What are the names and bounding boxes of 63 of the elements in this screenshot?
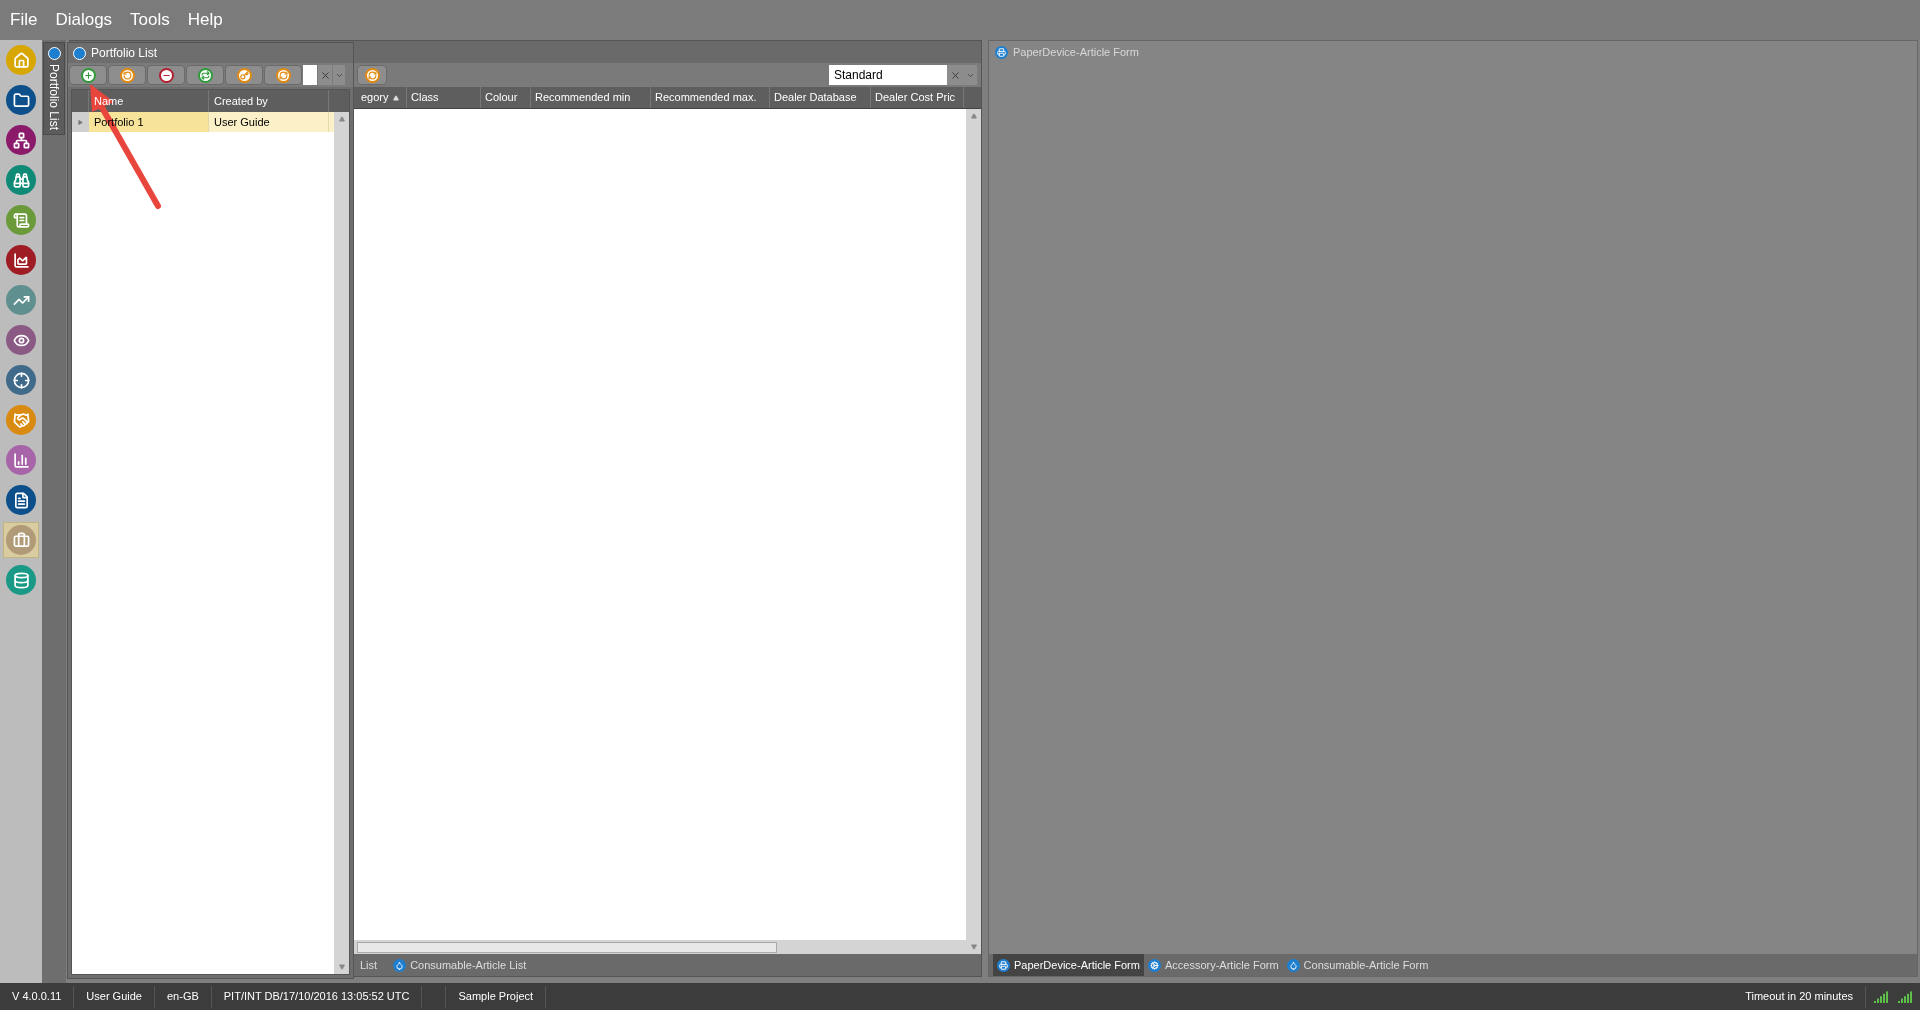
panel-title: PaperDevice-Article Form — [1013, 44, 1139, 60]
key-icon — [236, 67, 252, 83]
dock-tab[interactable]: Portfolio List — [43, 42, 65, 136]
column-header[interactable]: Dealer Cost Pric — [871, 87, 964, 108]
refresh-button[interactable] — [357, 65, 387, 85]
column-header[interactable]: Dealer Database — [770, 87, 871, 108]
vertical-scrollbar[interactable] — [966, 109, 981, 954]
portfolio-icon — [47, 47, 61, 60]
column-header[interactable]: Created by — [214, 92, 268, 110]
vertical-scrollbar[interactable] — [334, 112, 349, 974]
panel-tab[interactable]: Consumable-Article Form — [1282, 954, 1433, 976]
menu-item[interactable]: Dialogs — [55, 7, 113, 33]
close-icon — [949, 69, 961, 81]
status-item: PIT/INT DB/17/10/2016 13:05:52 UTC — [211, 985, 423, 1008]
toolbar-button[interactable] — [69, 65, 107, 85]
printer-icon — [997, 958, 1010, 972]
column-header[interactable]: egory — [357, 87, 407, 108]
toolbar-button[interactable] — [147, 65, 185, 85]
panel-tab[interactable]: Consumable-Article List — [390, 954, 530, 976]
portfolio-icon — [73, 46, 86, 60]
panel-tab[interactable]: PaperDevice-Article Form — [993, 954, 1144, 976]
panel-tab[interactable]: List — [357, 954, 381, 976]
scroll-down-icon[interactable] — [970, 944, 977, 950]
status-item: User Guide — [74, 985, 155, 1008]
layout-field[interactable]: Standard — [829, 65, 947, 85]
refresh-icon — [275, 67, 291, 83]
filter-field[interactable] — [303, 65, 317, 85]
clear-button[interactable] — [947, 65, 963, 85]
gear-icon — [1147, 958, 1161, 972]
column-header[interactable]: Recommended max. — [651, 87, 770, 108]
add-icon — [80, 67, 96, 83]
timeout-text: Timeout in 20 minutes — [1733, 985, 1866, 1008]
toolbar-button[interactable] — [186, 65, 224, 85]
arrows-icon — [197, 67, 213, 83]
scroll-up-icon[interactable] — [338, 116, 345, 122]
column-header[interactable]: Colour — [481, 87, 531, 108]
menu-item[interactable]: File — [10, 7, 38, 33]
remove-icon — [158, 67, 174, 83]
status-item: Sample Project — [446, 985, 547, 1008]
scroll-up-icon[interactable] — [970, 113, 977, 119]
drop-icon — [1286, 958, 1300, 972]
table-cell-text: User Guide — [214, 114, 270, 130]
printer-icon — [995, 45, 1008, 59]
menu-item[interactable]: Help — [187, 7, 223, 33]
panel-tab[interactable]: Accessory-Article Form — [1143, 954, 1283, 976]
signal-icon — [1898, 990, 1912, 1003]
status-item: en-GB — [155, 985, 212, 1008]
toolbar-button[interactable] — [108, 65, 146, 85]
signal-icon — [1874, 990, 1888, 1003]
clear-button[interactable] — [318, 65, 332, 85]
column-header[interactable]: Recommended min — [531, 87, 651, 108]
column-header[interactable]: Class — [407, 87, 481, 108]
drop-icon — [393, 958, 407, 972]
toolbar-button[interactable] — [264, 65, 302, 85]
flyout-title: Portfolio List — [91, 45, 158, 62]
undo-icon — [119, 67, 135, 83]
scroll-down-icon[interactable] — [338, 964, 345, 970]
expand-icon[interactable] — [78, 119, 83, 125]
toolbar-button[interactable] — [225, 65, 263, 85]
close-icon — [319, 69, 331, 81]
refresh-icon — [364, 67, 380, 83]
menu-item[interactable]: Tools — [130, 7, 170, 33]
status-item: V 4.0.0.11 — [0, 985, 75, 1008]
